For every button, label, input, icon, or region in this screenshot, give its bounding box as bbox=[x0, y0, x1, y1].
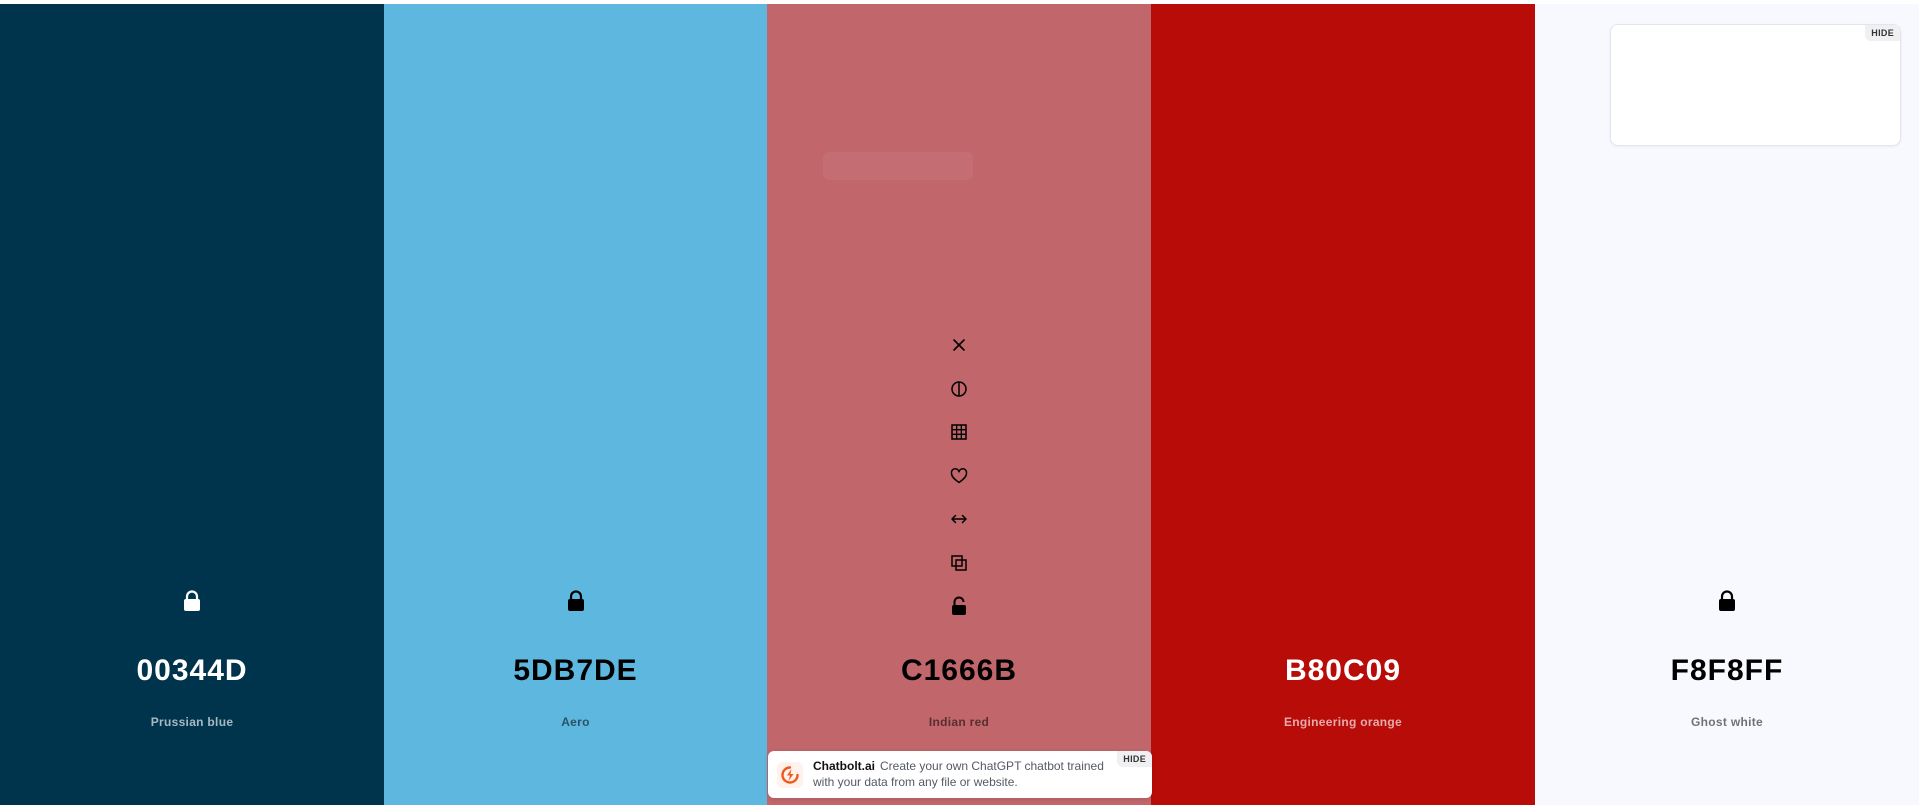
swatch-aero[interactable]: 5DB7DE Aero bbox=[384, 4, 767, 805]
hex-code[interactable]: 5DB7DE bbox=[384, 654, 767, 688]
drag-arrows-icon[interactable] bbox=[944, 504, 974, 534]
banner-brand: Chatbolt.ai bbox=[813, 759, 875, 773]
lock-icon[interactable] bbox=[182, 590, 202, 612]
hide-ad-button[interactable]: HIDE bbox=[1865, 25, 1900, 41]
chatbolt-banner[interactable]: Chatbolt.ai Create your own ChatGPT chatb… bbox=[768, 751, 1152, 798]
faded-toolbar bbox=[823, 152, 973, 180]
color-name: Engineering orange bbox=[1283, 715, 1403, 729]
shades-grid-icon[interactable] bbox=[944, 417, 974, 447]
color-name: Ghost white bbox=[1691, 715, 1763, 729]
hex-code[interactable]: 00344D bbox=[0, 654, 384, 688]
copy-icon[interactable] bbox=[944, 548, 974, 578]
heart-icon[interactable] bbox=[944, 461, 974, 491]
swatch-prussian-blue[interactable]: 00344D Prussian blue bbox=[0, 4, 384, 805]
close-icon[interactable] bbox=[944, 330, 974, 360]
swatch-tools bbox=[944, 330, 974, 635]
banner-text: Chatbolt.ai Create your own ChatGPT chatb… bbox=[813, 758, 1113, 790]
lock-open-icon[interactable] bbox=[944, 591, 974, 621]
swatch-indian-red[interactable]: C1666B Indian red bbox=[767, 4, 1151, 805]
ad-box: HIDE bbox=[1610, 24, 1901, 146]
hex-code[interactable]: C1666B bbox=[767, 654, 1151, 688]
hex-code[interactable]: F8F8FF bbox=[1535, 654, 1919, 688]
lock-icon[interactable] bbox=[566, 590, 586, 612]
color-name: Prussian blue bbox=[150, 715, 234, 729]
contrast-icon[interactable] bbox=[944, 374, 974, 404]
lock-icon[interactable] bbox=[1717, 590, 1737, 612]
chatbolt-logo-icon bbox=[777, 762, 803, 788]
color-name: Aero bbox=[561, 715, 590, 729]
color-name: Indian red bbox=[928, 715, 990, 729]
hex-code[interactable]: B80C09 bbox=[1151, 654, 1535, 688]
hide-banner-button[interactable]: HIDE bbox=[1117, 751, 1152, 767]
swatch-engineering-orange[interactable]: B80C09 Engineering orange bbox=[1151, 4, 1535, 805]
